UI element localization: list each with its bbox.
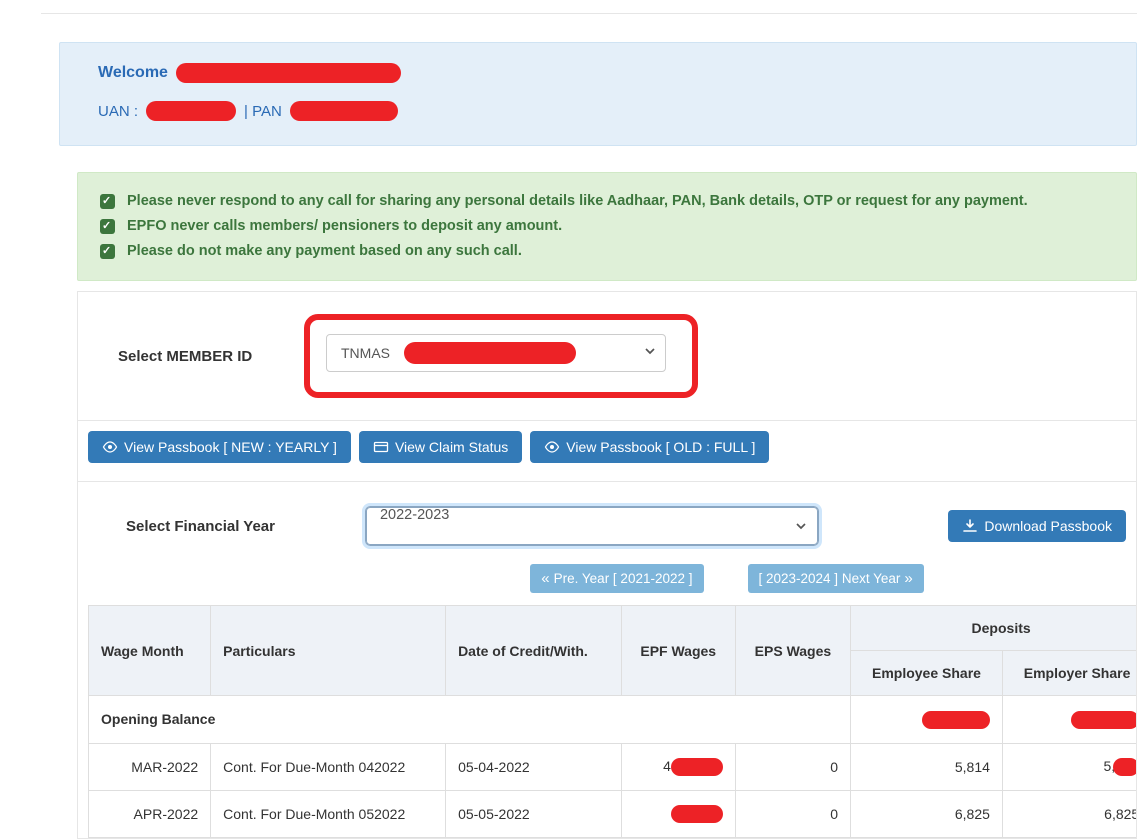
redacted-value <box>1113 758 1136 776</box>
next-year-button[interactable]: [ 2023-2024 ] Next Year » <box>748 564 924 593</box>
check-icon <box>100 219 115 234</box>
view-passbook-old-button[interactable]: View Passbook [ OLD : FULL ] <box>530 431 769 463</box>
redacted-value <box>922 711 990 729</box>
member-id-select[interactable]: TNMAS <box>326 334 666 372</box>
redacted-value <box>1071 711 1136 729</box>
passbook-table: Wage Month Particulars Date of Credit/Wi… <box>88 605 1136 838</box>
notice-panel: Please never respond to any call for sha… <box>77 172 1137 281</box>
eye-icon <box>544 440 560 454</box>
check-icon <box>100 194 115 209</box>
notice-text: Please never respond to any call for sha… <box>127 191 1028 213</box>
main-card: Select MEMBER ID TNMAS <box>77 291 1137 839</box>
th-date: Date of Credit/With. <box>446 606 622 696</box>
redacted-name <box>176 63 401 83</box>
redacted-value <box>671 805 723 823</box>
uan-label: UAN : <box>98 103 138 120</box>
redacted-uan <box>146 101 236 121</box>
th-epf-wages: EPF Wages <box>621 606 735 696</box>
opening-balance-row: Opening Balance <box>89 696 1137 743</box>
table-row: APR-2022 Cont. For Due-Month 052022 05-0… <box>89 790 1137 837</box>
th-wage-month: Wage Month <box>89 606 211 696</box>
previous-year-button[interactable]: « Pre. Year [ 2021-2022 ] <box>530 564 703 593</box>
member-id-label: Select MEMBER ID <box>118 348 298 365</box>
eye-icon <box>102 440 118 454</box>
th-employee-share: Employee Share <box>851 651 1003 696</box>
card-icon <box>373 440 389 454</box>
pan-label: | PAN <box>244 103 282 120</box>
financial-year-select[interactable]: 2022-2023 <box>365 506 819 546</box>
chevron-right-icon: » <box>904 570 912 587</box>
download-passbook-button[interactable]: Download Passbook <box>948 510 1126 542</box>
redacted-member-id <box>404 342 576 364</box>
redacted-value <box>671 758 723 776</box>
chevron-left-icon: « <box>541 570 549 587</box>
view-claim-status-button[interactable]: View Claim Status <box>359 431 522 463</box>
th-employer-share: Employer Share <box>1002 651 1136 696</box>
notice-text: Please do not make any payment based on … <box>127 241 522 263</box>
download-icon <box>962 519 978 533</box>
table-row: MAR-2022 Cont. For Due-Month 042022 05-0… <box>89 743 1137 790</box>
welcome-text: Welcome <box>98 64 168 82</box>
notice-text: EPFO never calls members/ pensioners to … <box>127 216 562 238</box>
highlighted-frame: TNMAS <box>304 314 698 398</box>
financial-year-label: Select Financial Year <box>126 518 275 535</box>
check-icon <box>100 244 115 259</box>
redacted-pan <box>290 101 398 121</box>
view-passbook-new-button[interactable]: View Passbook [ NEW : YEARLY ] <box>88 431 351 463</box>
member-id-value: TNMAS <box>341 345 390 361</box>
th-eps-wages: EPS Wages <box>735 606 850 696</box>
welcome-panel: Welcome UAN : | PAN <box>59 42 1137 146</box>
th-particulars: Particulars <box>211 606 446 696</box>
th-deposits: Deposits <box>851 606 1137 651</box>
